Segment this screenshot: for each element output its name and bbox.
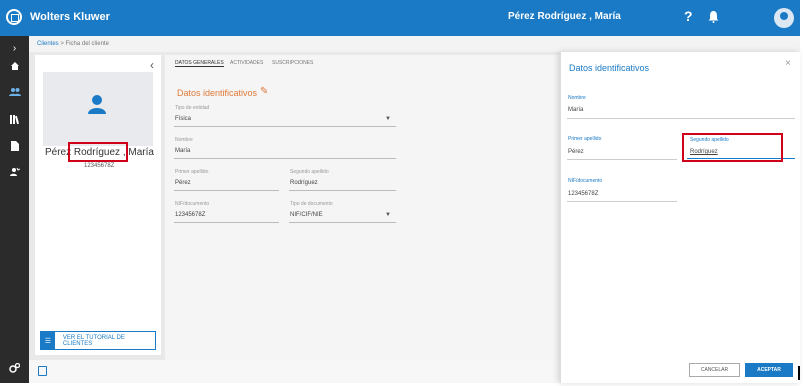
library-icon[interactable]: [0, 107, 29, 131]
breadcrumb-separator: >: [60, 41, 64, 47]
client-avatar-icon: [88, 95, 106, 114]
tipo-documento-underline: [289, 222, 396, 223]
detail-card: [165, 55, 560, 360]
section-title: Datos identificativos: [177, 88, 258, 98]
tab-actividades[interactable]: ACTIVIDADES: [230, 60, 263, 66]
footer-bar: [29, 360, 560, 383]
panel-nif-field[interactable]: 12345678Z: [568, 191, 598, 197]
tasks-icon[interactable]: [0, 160, 29, 184]
trash-icon[interactable]: [38, 366, 47, 376]
tutorial-button-label: VER EL TUTORIAL DE CLIENTES: [62, 334, 125, 347]
nif-label: NIF/documento: [175, 201, 210, 207]
bell-icon[interactable]: [708, 11, 719, 23]
wolters-kluwer-logo-icon: [6, 9, 22, 25]
clients-icon[interactable]: [0, 80, 29, 104]
client-nif: 12345678Z: [84, 163, 115, 169]
user-avatar[interactable]: [774, 8, 794, 28]
primer-apellido-label: Primer apellido: [175, 169, 209, 175]
breadcrumb-clientes[interactable]: Clientes: [37, 41, 59, 47]
tipo-entidad-value[interactable]: Física: [175, 116, 191, 122]
tab-datos-generales[interactable]: DATOS GENERALES: [175, 60, 224, 67]
nif-underline: [174, 222, 279, 223]
segundo-apellido-value[interactable]: Rodríguez: [290, 180, 318, 186]
tipo-entidad-underline: [174, 126, 396, 127]
top-bar: Wolters Kluwer Pérez Rodríguez , María ?: [0, 0, 800, 36]
close-icon[interactable]: ×: [785, 58, 791, 69]
cancel-button[interactable]: CANCELAR: [689, 363, 740, 377]
edit-pencil-icon[interactable]: ✎: [260, 86, 270, 97]
current-client-name: Pérez Rodríguez , María: [508, 11, 621, 22]
panel-nif-label: NIF/documento: [568, 178, 603, 184]
tutorial-button[interactable]: ☰ VER EL TUTORIAL DE CLIENTES: [40, 331, 156, 350]
window-edge-marker: [798, 366, 800, 380]
document-icon[interactable]: [0, 134, 29, 158]
tipo-entidad-label: Tipo de entidad: [175, 105, 210, 111]
segundo-apellido-underline: [289, 190, 396, 191]
nombre-value[interactable]: María: [175, 148, 190, 154]
panel-title: Datos identificativos: [569, 63, 650, 73]
nif-value[interactable]: 12345678Z: [175, 212, 205, 218]
sidebar: ›: [0, 36, 29, 383]
edit-panel: [560, 52, 800, 383]
panel-primer-apellido-label: Primer apellido: [568, 136, 602, 142]
tutorial-icon: ☰: [41, 332, 55, 349]
settings-icon[interactable]: [0, 356, 29, 380]
tab-suscripciones[interactable]: SUSCRIPCIONES: [272, 60, 313, 66]
home-icon[interactable]: [0, 54, 29, 78]
chevron-down-icon[interactable]: ▼: [385, 212, 391, 218]
highlight-client-surname: [68, 142, 128, 162]
breadcrumb-current: Ficha del cliente: [65, 41, 109, 47]
chevron-down-icon[interactable]: ▼: [385, 116, 391, 122]
collapse-arrow-icon[interactable]: ‹: [150, 58, 154, 72]
panel-nombre-underline: [567, 118, 795, 119]
panel-nombre-label: Nombre: [568, 95, 586, 101]
panel-nif-underline: [567, 201, 677, 202]
help-icon[interactable]: ?: [684, 8, 693, 24]
primer-apellido-value[interactable]: Pérez: [175, 180, 191, 186]
brand-name: Wolters Kluwer: [30, 11, 110, 23]
highlight-segundo-apellido: [682, 133, 783, 162]
nombre-underline: [174, 158, 396, 159]
panel-primer-apellido-underline: [567, 159, 677, 160]
primer-apellido-underline: [174, 190, 279, 191]
segundo-apellido-label: Segundo apellido: [290, 169, 329, 175]
accept-button[interactable]: ACEPTAR: [745, 363, 793, 377]
breadcrumb: Clientes > Ficha del cliente: [29, 36, 800, 52]
panel-primer-apellido-field[interactable]: Pérez: [568, 149, 584, 155]
nombre-label: Nombre: [175, 137, 193, 143]
tipo-documento-label: Tipo de documento: [290, 201, 333, 207]
panel-nombre-field[interactable]: María: [568, 107, 583, 113]
tipo-documento-value[interactable]: NIF/CIF/NIE: [290, 212, 323, 218]
